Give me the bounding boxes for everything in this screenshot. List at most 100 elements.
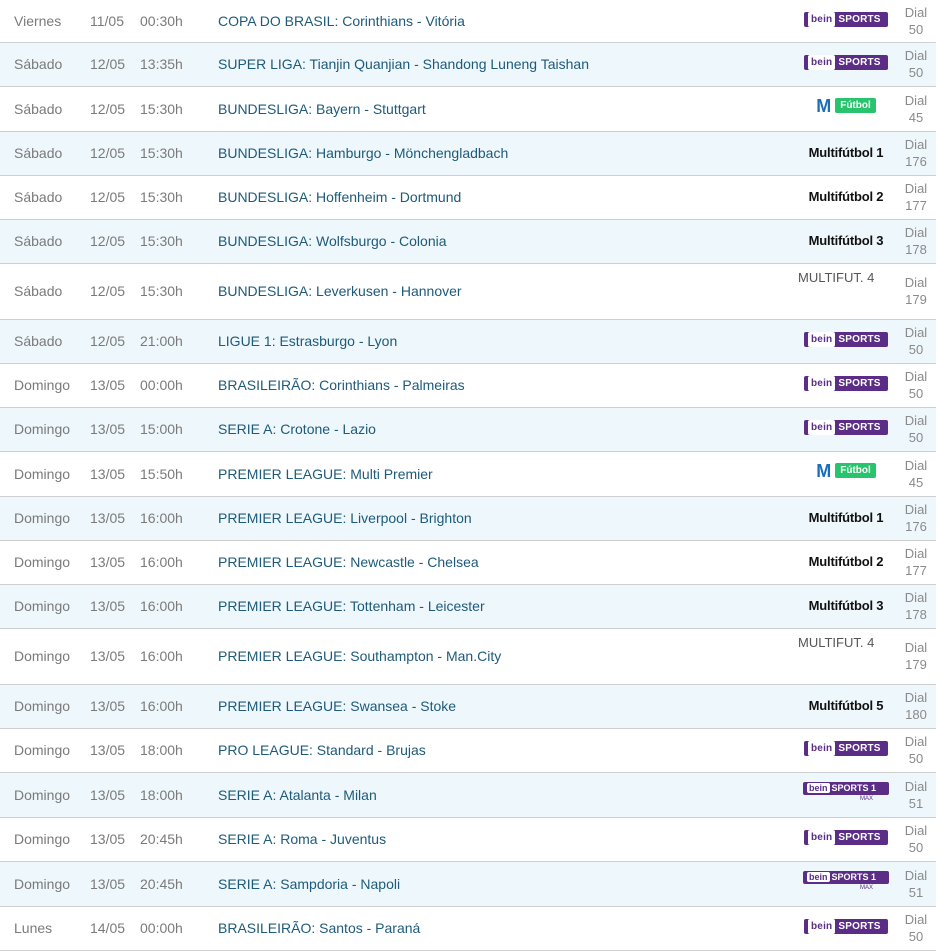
match-date: 13/05 <box>90 554 126 570</box>
match-day: Domingo <box>14 465 71 482</box>
match-title[interactable]: PRO LEAGUE: Standard - Brujas <box>218 728 796 772</box>
dial-number: Dial 177 <box>896 540 936 584</box>
multifutbol-logo: Multifútbol 3 <box>808 597 884 613</box>
dial-label: Dial <box>904 325 928 340</box>
schedule-table: Viernes 11/05 00:30h COPA DO BRASIL: Corint… <box>0 0 936 951</box>
match-title[interactable]: BUNDESLIGA: Hoffenheim - Dortmund <box>218 175 796 219</box>
match-title[interactable]: PREMIER LEAGUE: Newcastle - Chelsea <box>218 540 796 584</box>
match-title[interactable]: BUNDESLIGA: Leverkusen - Hannover <box>218 263 796 319</box>
dial-number: Dial 178 <box>896 584 936 628</box>
dial-label: Dial <box>904 502 928 517</box>
match-title[interactable]: LIGUE 1: Estrasburgo - Lyon <box>218 319 796 363</box>
channel-logo: bein SPORTS <box>796 319 896 363</box>
match-title[interactable]: BUNDESLIGA: Hamburgo - Mönchengladbach <box>218 131 796 175</box>
channel-logo: MULTIFUT. 4 <box>796 263 896 319</box>
dial-value: 176 <box>905 519 927 534</box>
match-date: 13/05 <box>90 510 126 526</box>
dial-label: Dial <box>904 778 928 794</box>
channel-logo: Multifútbol 1 <box>796 131 896 175</box>
match-row: Domingo 13/05 00:00h BRASILEIRÃO: Corinthia… <box>0 363 936 407</box>
match-title[interactable]: PREMIER LEAGUE: Swansea - Stoke <box>218 684 796 728</box>
match-day: Sábado <box>14 283 63 299</box>
dial-label: Dial <box>904 225 928 240</box>
match-title[interactable]: PREMIER LEAGUE: Liverpool - Brighton <box>218 496 796 540</box>
match-title[interactable]: SERIE A: Roma - Juventus <box>218 817 796 861</box>
dial-value: 50 <box>908 342 924 357</box>
match-date: 13/05 <box>90 648 126 664</box>
match-date: 14/05 <box>90 920 126 936</box>
dial-label: Dial <box>904 413 928 428</box>
dial-value: 45 <box>908 474 924 490</box>
channel-logo: bein SPORTS <box>796 906 896 950</box>
dial-value: 50 <box>908 751 924 766</box>
match-row: Viernes 11/05 00:30h COPA DO BRASIL: Corint… <box>0 0 936 42</box>
dial-number: Dial 179 <box>896 263 936 319</box>
match-title[interactable]: PREMIER LEAGUE: Multi Premier <box>218 451 796 496</box>
dial-value: 51 <box>908 884 924 900</box>
dial-number: Dial 50 <box>896 817 936 861</box>
dial-number: Dial 50 <box>896 906 936 950</box>
dial-number: Dial 179 <box>896 628 936 684</box>
match-date: 12/05 <box>90 283 126 299</box>
match-day: Sábado <box>14 189 63 205</box>
match-title[interactable]: BRASILEIRÃO: Santos - Paraná <box>218 906 796 950</box>
match-day: Domingo <box>14 831 71 847</box>
match-row: Domingo 13/05 15:00h SERIE A: Crotone - Laz… <box>0 407 936 451</box>
match-row: Lunes 14/05 00:00h BRASILEIRÃO: Santos - Pa… <box>0 906 936 950</box>
channel-logo: MULTIFUT. 4 <box>796 628 896 684</box>
dial-value: 180 <box>905 707 927 722</box>
dial-value: 50 <box>908 65 924 80</box>
match-title[interactable]: COPA DO BRASIL: Corinthians - Vitória <box>218 0 796 42</box>
channel-logo: bein SPORTS <box>796 817 896 861</box>
match-title[interactable]: SERIE A: Crotone - Lazio <box>218 407 796 451</box>
dial-value: 50 <box>908 430 924 445</box>
dial-label: Dial <box>904 92 928 108</box>
match-title[interactable]: BUNDESLIGA: Bayern - Stuttgart <box>218 86 796 131</box>
match-date: 12/05 <box>90 100 126 117</box>
match-time: 15:30h <box>140 233 183 249</box>
bein-sports-logo: bein SPORTS <box>804 12 888 27</box>
dial-value: 50 <box>908 386 924 401</box>
match-row: Domingo 13/05 15:50h PREMIER LEAGUE: Multi … <box>0 451 936 496</box>
match-time: 13:35h <box>140 56 183 72</box>
match-day: Domingo <box>14 648 71 664</box>
dial-number: Dial 50 <box>896 0 936 42</box>
dial-number: Dial 50 <box>896 319 936 363</box>
match-title[interactable]: PREMIER LEAGUE: Tottenham - Leicester <box>218 584 796 628</box>
channel-logo: bein SPORTS 1 MAX <box>796 772 896 817</box>
broken-image-alt-text: MULTIFUT. 4 <box>798 269 875 285</box>
multifutbol-logo: Multifútbol 2 <box>808 553 884 569</box>
match-row: Domingo 13/05 20:45h SERIE A: Roma - Juvent… <box>0 817 936 861</box>
match-time: 15:30h <box>140 283 183 299</box>
dial-value: 50 <box>908 929 924 944</box>
dial-number: Dial 50 <box>896 42 936 86</box>
match-title[interactable]: PREMIER LEAGUE: Southampton - Man.City <box>218 628 796 684</box>
dial-label: Dial <box>904 590 928 605</box>
dial-value: 179 <box>905 292 927 307</box>
match-date: 13/05 <box>90 465 126 482</box>
match-title[interactable]: BUNDESLIGA: Wolfsburgo - Colonia <box>218 219 796 263</box>
match-title[interactable]: BRASILEIRÃO: Corinthians - Palmeiras <box>218 363 796 407</box>
dial-number: Dial 51 <box>896 772 936 817</box>
match-time: 15:50h <box>140 465 183 482</box>
match-date: 12/05 <box>90 56 126 72</box>
match-day: Domingo <box>14 377 71 393</box>
dial-number: Dial 50 <box>896 407 936 451</box>
dial-label: Dial <box>904 137 928 152</box>
match-row: Sábado 12/05 21:00h LIGUE 1: Estrasburgo - … <box>0 319 936 363</box>
channel-logo: bein SPORTS <box>796 42 896 86</box>
dial-number: Dial 178 <box>896 219 936 263</box>
match-day: Domingo <box>14 510 71 526</box>
match-title[interactable]: SUPER LIGA: Tianjin Quanjian - Shandong … <box>218 42 796 86</box>
match-day: Domingo <box>14 698 71 714</box>
match-title[interactable]: SERIE A: Sampdoria - Napoli <box>218 861 796 906</box>
movistar-futbol-logo: M Fútbol <box>816 462 876 480</box>
match-row: Sábado 12/05 15:30h BUNDESLIGA: Bayern - St… <box>0 86 936 131</box>
match-title[interactable]: SERIE A: Atalanta - Milan <box>218 772 796 817</box>
multifutbol-logo: Multifútbol 2 <box>808 188 884 204</box>
match-day: Domingo <box>14 742 71 758</box>
match-time: 16:00h <box>140 698 183 714</box>
bein-sports-logo: bein SPORTS <box>804 740 888 756</box>
match-day: Viernes <box>14 12 62 29</box>
dial-label: Dial <box>904 640 928 655</box>
